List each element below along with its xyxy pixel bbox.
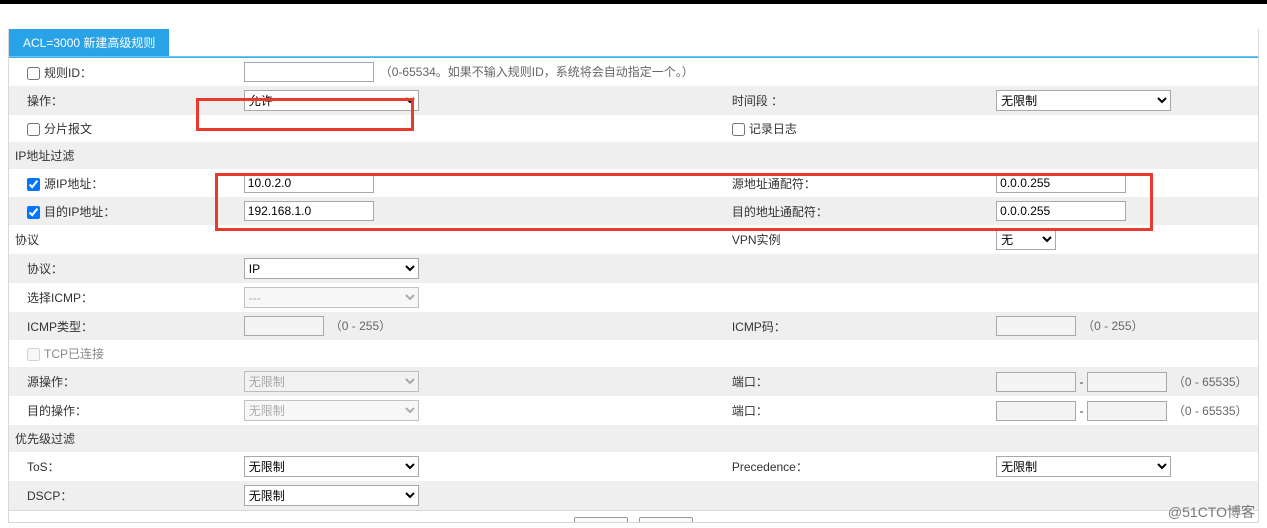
dst-ip-label: 目的IP地址： — [44, 205, 115, 219]
src-mask-label: 源地址通配符： — [732, 177, 816, 191]
icmp-type-hint: （0 - 255） — [330, 319, 391, 333]
ok-button[interactable]: 确定 — [574, 517, 628, 523]
rule-form: 规则ID： （0-65534。如果不输入规则ID，系统将会自动指定一个。） 操作… — [9, 58, 1258, 510]
watermark-text: @51CTO博客 — [1168, 502, 1255, 522]
dst-port-hint: （0 - 65535） — [1173, 404, 1248, 418]
icmp-code-input[interactable] — [996, 316, 1076, 336]
time-select[interactable]: 无限制 — [996, 90, 1171, 111]
icmp-type-label: ICMP类型： — [27, 320, 93, 334]
icmp-type-input[interactable] — [244, 316, 324, 336]
rule-id-checkbox[interactable] — [27, 67, 40, 80]
rule-id-label: 规则ID： — [44, 66, 92, 80]
src-port-hint: （0 - 65535） — [1173, 375, 1248, 389]
ip-filter-section: IP地址过滤 — [9, 142, 1258, 169]
dst-port1-input[interactable] — [996, 401, 1076, 421]
panel-tab: ACL=3000 新建高级规则 — [9, 29, 169, 56]
dst-port2-input[interactable] — [1087, 401, 1167, 421]
rule-id-input[interactable] — [244, 62, 374, 82]
panel-divider — [9, 56, 1258, 58]
precedence-select[interactable]: 无限制 — [996, 456, 1171, 477]
dst-ip-checkbox[interactable] — [27, 206, 40, 219]
src-mask-input[interactable] — [996, 173, 1126, 193]
src-op-select[interactable]: 无限制 — [244, 371, 419, 392]
dscp-label: DSCP： — [27, 489, 72, 503]
src-ip-label: 源IP地址： — [44, 177, 103, 191]
src-op-label: 源操作： — [27, 375, 75, 389]
tos-select[interactable]: 无限制 — [244, 456, 419, 477]
log-checkbox[interactable] — [732, 123, 745, 136]
time-label: 时间段 ： — [732, 94, 783, 108]
tcp-est-checkbox[interactable] — [27, 348, 40, 361]
action-select[interactable]: 允许 — [244, 90, 419, 111]
tos-label: ToS： — [27, 460, 60, 474]
dst-op-select[interactable]: 无限制 — [244, 400, 419, 421]
vpn-select[interactable]: 无 — [996, 229, 1056, 250]
dst-ip-input[interactable] — [244, 201, 374, 221]
icmp-code-hint: （0 - 255） — [1082, 319, 1143, 333]
tcp-est-label: TCP已连接 — [44, 347, 104, 361]
icmp-code-label: ICMP码： — [732, 320, 786, 334]
frag-label: 分片报文 — [44, 122, 92, 136]
src-ip-checkbox[interactable] — [27, 178, 40, 191]
frag-checkbox[interactable] — [27, 123, 40, 136]
protocol-label: 协议： — [27, 262, 63, 276]
dscp-select[interactable]: 无限制 — [244, 485, 419, 506]
rule-id-hint: （0-65534。如果不输入规则ID，系统将会自动指定一个。） — [380, 65, 694, 79]
src-port1-input[interactable] — [996, 372, 1076, 392]
dst-port-label: 端口： — [732, 404, 768, 418]
dst-mask-input[interactable] — [996, 201, 1126, 221]
protocol-select[interactable]: IP — [244, 258, 419, 279]
src-ip-input[interactable] — [244, 173, 374, 193]
src-port2-input[interactable] — [1087, 372, 1167, 392]
acl-rule-panel: ACL=3000 新建高级规则 规则ID： （0-65534。如果不输入规则ID… — [8, 29, 1259, 523]
src-port-label: 端口： — [732, 375, 768, 389]
priority-section: 优先级过滤 — [9, 425, 1258, 452]
icmp-select-label: 选择ICMP： — [27, 291, 93, 305]
cancel-button[interactable]: 取消 — [639, 517, 693, 523]
log-label: 记录日志 — [749, 122, 797, 136]
dst-mask-label: 目的地址通配符： — [732, 205, 828, 219]
precedence-label: Precedence： — [732, 460, 808, 474]
dst-op-label: 目的操作： — [27, 404, 87, 418]
vpn-label: VPN实例 — [732, 233, 781, 247]
button-bar: 确定 取消 — [9, 510, 1258, 523]
protocol-section: 协议 — [15, 233, 39, 247]
action-label: 操作： — [27, 94, 63, 108]
icmp-select[interactable]: --- — [244, 287, 419, 308]
